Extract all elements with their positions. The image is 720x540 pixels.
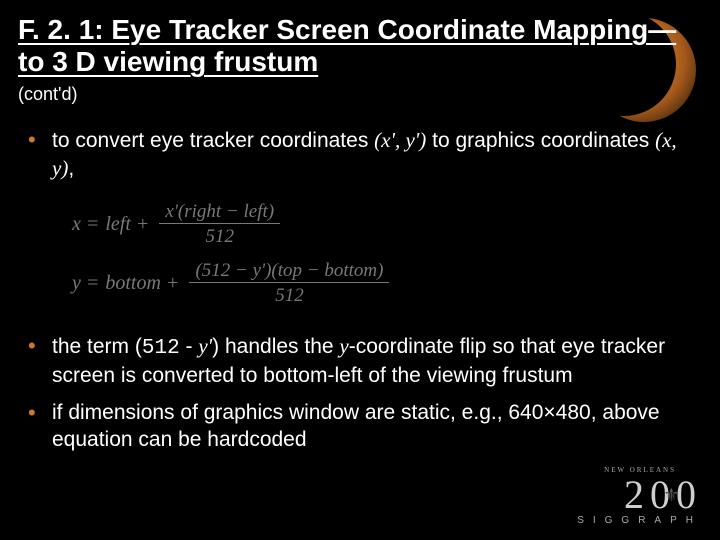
year-digits: 200 xyxy=(624,472,702,517)
text: , xyxy=(68,157,74,180)
text: the term ( xyxy=(52,335,142,358)
bullet-list: to convert eye tracker coordinates (x', … xyxy=(18,127,702,183)
var-y: y xyxy=(339,334,348,358)
text: to convert eye tracker coordinates xyxy=(52,129,374,152)
bullet-list-2: the term (512 - y') handles the y-coordi… xyxy=(18,333,702,454)
eq-base: bottom + xyxy=(105,272,179,295)
bullet-1: to convert eye tracker coordinates (x', … xyxy=(24,127,702,183)
eq-lhs: y = xyxy=(72,272,99,295)
eq-lhs: x = xyxy=(72,213,99,236)
text: ) handles the xyxy=(212,335,339,358)
footer-year: NEW ORLEANS 200 ⚜ xyxy=(577,477,702,513)
text: - xyxy=(180,335,199,358)
equation-y: y = bottom + (512 − y')(top − bottom) 51… xyxy=(72,260,702,307)
fraction: x'(right − left) 512 xyxy=(159,201,280,248)
text: to graphics coordinates xyxy=(426,129,655,152)
equation-x: x = left + x'(right − left) 512 xyxy=(72,201,702,248)
numerator: x'(right − left) xyxy=(159,201,280,224)
fleur-de-lis-icon: ⚜ xyxy=(663,487,685,503)
bullet-3: if dimensions of graphics window are sta… xyxy=(24,400,702,454)
bullet-2: the term (512 - y') handles the y-coordi… xyxy=(24,333,702,390)
coord-xprime-yprime: (x', y') xyxy=(374,128,426,152)
eq-base: left + xyxy=(105,213,149,236)
footer-logo: NEW ORLEANS 200 ⚜ SIGGRAPH xyxy=(577,477,702,526)
slide-subtitle: (cont'd) xyxy=(18,84,702,105)
denominator: 512 xyxy=(269,283,310,307)
fraction: (512 − y')(top − bottom) 512 xyxy=(189,260,389,307)
slide: F. 2. 1: Eye Tracker Screen Coordinate M… xyxy=(0,0,720,540)
footer-neworleans: NEW ORLEANS xyxy=(604,467,676,473)
slide-title: F. 2. 1: Eye Tracker Screen Coordinate M… xyxy=(18,14,702,78)
var-yprime: y' xyxy=(198,334,212,358)
denominator: 512 xyxy=(200,224,241,248)
equations-block: x = left + x'(right − left) 512 y = bott… xyxy=(72,201,702,307)
footer-siggraph: SIGGRAPH xyxy=(577,515,702,526)
numerator: (512 − y')(top − bottom) xyxy=(189,260,389,283)
literal-512: 512 xyxy=(142,337,180,360)
